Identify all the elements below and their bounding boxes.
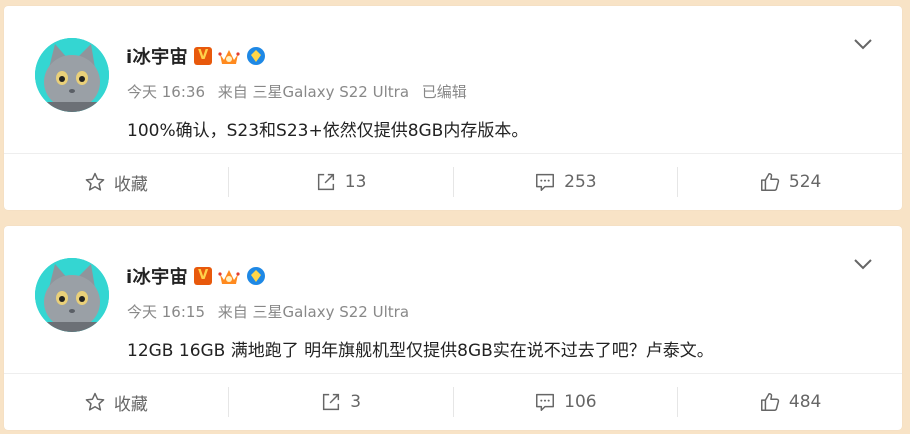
user-name[interactable]: i冰宇宙 [126,43,188,69]
favorite-label: 收藏 [113,174,148,195]
crown-badge-icon [218,46,240,66]
verified-letter: V [198,268,209,283]
verified-letter: V [198,48,209,63]
post-source: 来自 三星Galaxy S22 Ultra [217,83,410,101]
edited-label[interactable]: 已编辑 [422,83,467,101]
feed: i冰宇宙 V 今天 16:36 来自 三星Galaxy S22 Ultra 已编… [0,0,910,434]
comment-button[interactable]: 106 [452,387,678,417]
post-meta: 今天 16:15 来自 三星Galaxy S22 Ultra [127,301,417,322]
name-row: i冰宇宙 V [126,44,266,68]
like-count: 484 [788,392,822,412]
more-options-button[interactable] [852,256,874,272]
post-text: 12GB 16GB 满地跑了 明年旗舰机型仅提供8GB实在说不过去了吧？卢泰文。 [127,341,714,361]
crown-badge-icon [218,266,240,286]
like-button[interactable]: 484 [677,387,902,417]
chevron-down-icon [854,39,872,50]
repost-button[interactable]: 3 [227,387,453,417]
avatar[interactable] [35,38,109,112]
avatar[interactable] [35,258,109,332]
repost-icon [317,173,334,191]
comment-icon [536,173,555,191]
action-bar: 收藏 3 106 484 [4,373,902,430]
star-icon [85,392,105,411]
verified-badge: V [194,267,213,285]
diamond-badge-icon [246,266,266,286]
comment-count: 106 [564,392,597,412]
more-options-button[interactable] [852,36,874,52]
post-time[interactable]: 今天 16:15 [127,303,205,321]
like-icon [760,393,780,411]
post-meta: 今天 16:36 来自 三星Galaxy S22 Ultra 已编辑 [127,81,475,102]
repost-count: 3 [350,392,362,412]
post-card: i冰宇宙 V 今天 16:15 来自 三星Galaxy S22 Ultra 12… [4,226,902,430]
post-card: i冰宇宙 V 今天 16:36 来自 三星Galaxy S22 Ultra 已编… [4,6,902,210]
like-button[interactable]: 524 [677,167,902,197]
favorite-label: 收藏 [113,394,148,415]
star-icon [85,172,105,191]
like-icon [760,173,780,191]
action-bar: 收藏 13 253 524 [4,153,902,210]
repost-count: 13 [344,172,367,192]
comment-button[interactable]: 253 [452,167,678,197]
user-name[interactable]: i冰宇宙 [126,263,188,289]
like-count: 524 [788,172,822,192]
post-text: 100%确认，S23和S23+依然仅提供8GB内存版本。 [127,121,529,141]
comment-count: 253 [564,172,597,192]
verified-badge: V [194,47,213,65]
post-source: 来自 三星Galaxy S22 Ultra [217,303,410,321]
repost-button[interactable]: 13 [227,167,453,197]
post-time[interactable]: 今天 16:36 [127,83,205,101]
comment-icon [536,393,555,411]
name-row: i冰宇宙 V [126,264,266,288]
repost-icon [323,393,340,411]
diamond-badge-icon [246,46,266,66]
chevron-down-icon [854,259,872,270]
favorite-button[interactable]: 收藏 [4,167,228,197]
favorite-button[interactable]: 收藏 [4,387,228,417]
